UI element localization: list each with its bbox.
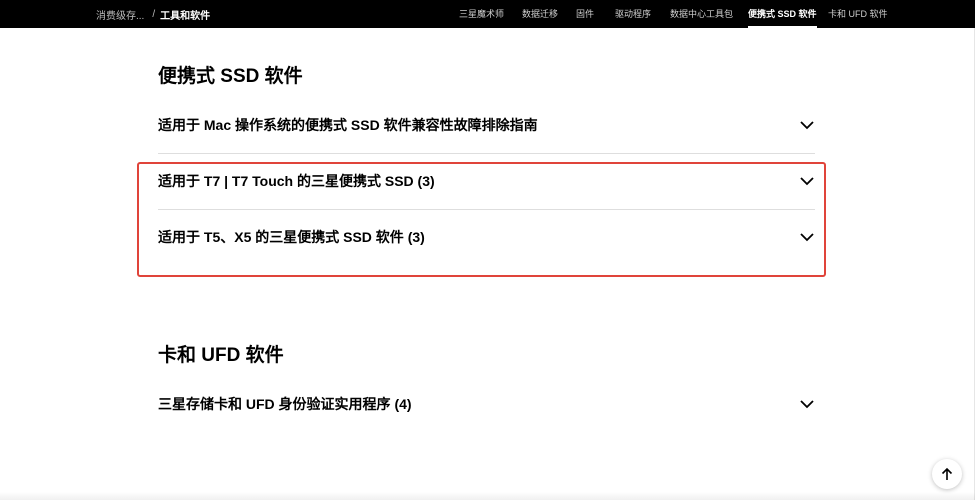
accordion-item-label: 适用于 Mac 操作系统的便携式 SSD 软件兼容性故障排除指南 <box>158 117 538 133</box>
breadcrumb-previous-link[interactable]: 消费级存... <box>96 7 144 22</box>
arrow-up-icon <box>941 467 953 480</box>
nav-item-drivers[interactable]: 驱动程序 <box>615 0 651 28</box>
bottom-shadow <box>0 492 975 500</box>
top-navigation-bar: 消费级存... / 工具和软件 三星魔术师 数据迁移 固件 驱动程序 数据中心工… <box>0 0 975 28</box>
scroll-to-top-button[interactable] <box>932 459 962 489</box>
accordion-item-mac-troubleshooting[interactable]: 适用于 Mac 操作系统的便携式 SSD 软件兼容性故障排除指南 <box>158 97 815 153</box>
breadcrumb-separator: / <box>152 8 156 20</box>
nav-item-portable-ssd-software[interactable]: 便携式 SSD 软件 <box>748 0 817 28</box>
highlight-box <box>137 162 826 277</box>
nav-item-magician[interactable]: 三星魔术师 <box>459 0 504 28</box>
accordion-item-label: 三星存储卡和 UFD 身份验证实用程序 (4) <box>158 396 412 412</box>
accordion-item-card-ufd-auth[interactable]: 三星存储卡和 UFD 身份验证实用程序 (4) <box>158 376 815 432</box>
chevron-down-icon <box>800 400 814 409</box>
breadcrumb: 消费级存... / 工具和软件 <box>96 0 210 28</box>
breadcrumb-current: 工具和软件 <box>160 10 211 22</box>
chevron-down-icon <box>800 121 814 130</box>
nav-item-data-migration[interactable]: 数据迁移 <box>522 0 558 28</box>
section-title-portable-ssd: 便携式 SSD 软件 <box>158 66 303 87</box>
nav-item-datacenter-toolkit[interactable]: 数据中心工具包 <box>670 0 733 28</box>
section-title-card-ufd: 卡和 UFD 软件 <box>158 345 284 366</box>
nav-item-firmware[interactable]: 固件 <box>576 0 594 28</box>
nav-item-card-ufd-software[interactable]: 卡和 UFD 软件 <box>828 0 888 28</box>
